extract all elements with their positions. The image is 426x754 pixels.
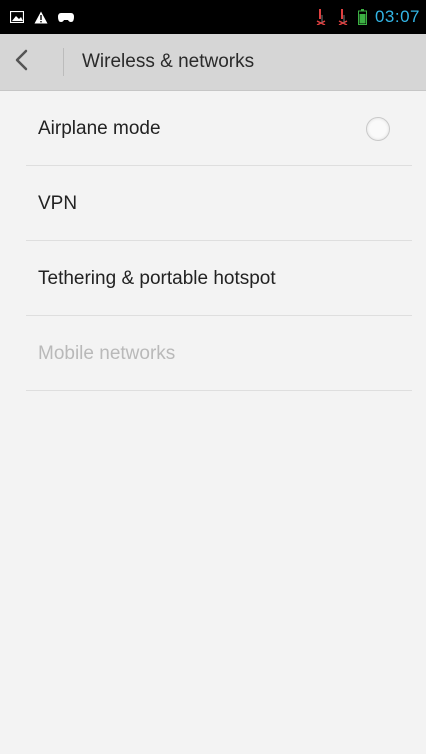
action-bar: Wireless & networks (0, 34, 426, 91)
action-bar-divider (63, 48, 64, 76)
status-bar-clock: 03:07 (374, 7, 420, 26)
setting-label: Mobile networks (38, 343, 176, 364)
settings-list: Airplane mode VPN Tethering & portable h… (0, 91, 426, 391)
picture-notification-icon (10, 11, 24, 23)
airplane-mode-toggle[interactable] (366, 117, 390, 141)
gamepad-icon (58, 12, 74, 23)
battery-icon (357, 9, 367, 25)
no-signal-icon (336, 9, 350, 25)
status-bar-notifications (10, 0, 74, 34)
warning-icon (34, 11, 48, 24)
setting-label: Tethering & portable hotspot (38, 268, 276, 289)
setting-item-mobile-networks: Mobile networks (0, 316, 426, 391)
no-signal-icon (314, 9, 328, 25)
status-bar-system: 03:07 (314, 0, 420, 34)
page-title: Wireless & networks (82, 51, 255, 72)
setting-item-airplane-mode[interactable]: Airplane mode (0, 91, 426, 166)
list-divider (26, 390, 412, 391)
status-bar: 03:07 (0, 0, 426, 34)
setting-item-vpn[interactable]: VPN (0, 166, 426, 241)
setting-item-tethering[interactable]: Tethering & portable hotspot (0, 241, 426, 316)
chevron-left-icon (14, 49, 28, 76)
back-button[interactable] (14, 42, 58, 82)
setting-label: Airplane mode (38, 118, 161, 139)
setting-label: VPN (38, 193, 78, 214)
